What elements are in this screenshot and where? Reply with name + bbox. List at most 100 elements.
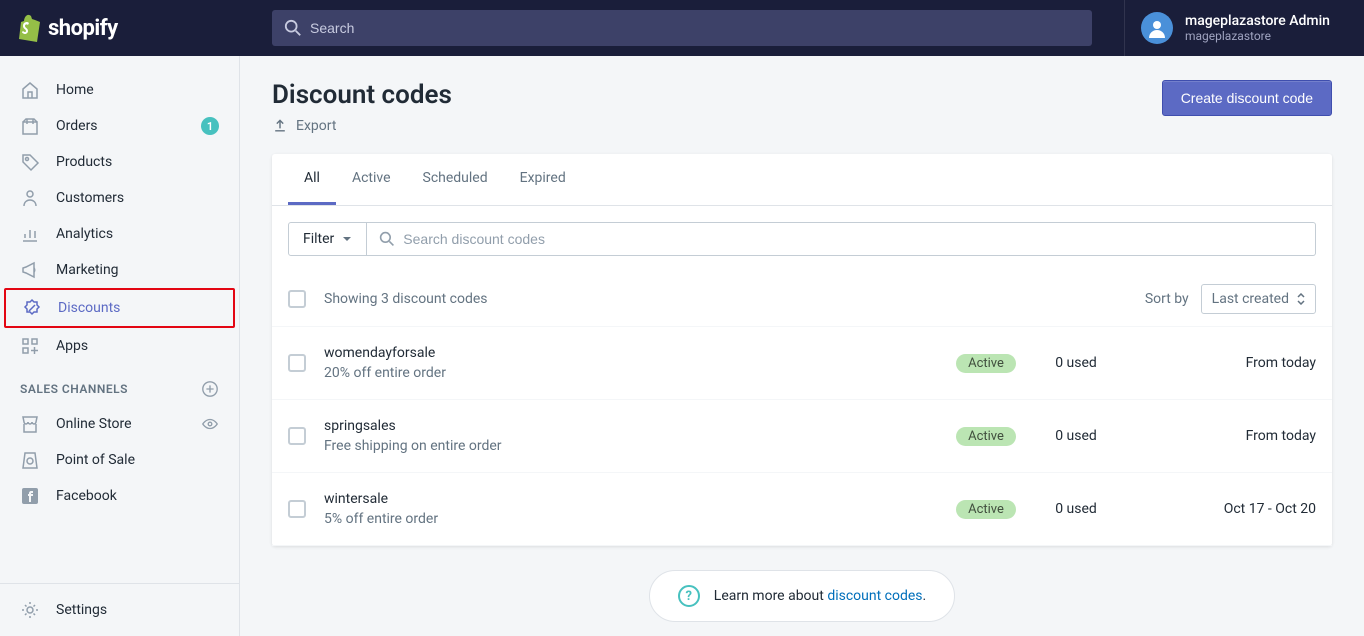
sidebar-item-orders[interactable]: Orders 1 [0,108,239,144]
apps-icon [20,336,40,356]
filter-search[interactable] [367,222,1316,256]
user-menu[interactable]: mageplazastore Admin mageplazastore [1124,0,1364,56]
discount-title: springsales [324,418,956,434]
date-range: Oct 17 - Oct 20 [1136,501,1316,517]
learn-more-text: Learn more about discount codes. [714,588,926,604]
sort-arrows-icon [1297,293,1305,305]
user-store: mageplazastore [1185,29,1330,43]
page-title: Discount codes [272,80,452,110]
main-content: Discount codes Export Create discount co… [240,56,1364,636]
used-count: 0 used [1016,501,1136,517]
create-discount-button[interactable]: Create discount code [1162,80,1332,116]
discount-sub: Free shipping on entire order [324,438,956,454]
tab-scheduled[interactable]: Scheduled [407,154,504,205]
tab-expired[interactable]: Expired [504,154,582,205]
status-badge: Active [956,500,1016,519]
analytics-icon [20,224,40,244]
home-icon [20,80,40,100]
tab-active[interactable]: Active [336,154,407,205]
discount-row[interactable]: wintersale 5% off entire order Active 0 … [272,473,1332,546]
sales-channels-label: SALES CHANNELS [20,382,128,396]
tabs: All Active Scheduled Expired [272,154,1332,206]
sidebar-item-customers[interactable]: Customers [0,180,239,216]
sales-channels-header: SALES CHANNELS [0,364,239,406]
sidebar-item-pos[interactable]: Point of Sale [0,442,239,478]
megaphone-icon [20,260,40,280]
search-icon [379,231,395,247]
user-name: mageplazastore Admin [1185,13,1330,29]
used-count: 0 used [1016,428,1136,444]
sidebar-item-marketing[interactable]: Marketing [0,252,239,288]
row-checkbox[interactable] [288,500,306,518]
gear-icon [20,600,40,620]
sidebar-item-label: Products [56,154,112,170]
sidebar-item-label: Orders [56,118,98,134]
brand-text: shopify [48,16,118,41]
sort-value: Last created [1212,291,1289,307]
avatar-icon [1141,12,1173,44]
sidebar-item-label: Customers [56,190,124,206]
search-icon [284,19,302,37]
caret-down-icon [334,234,352,244]
discount-icon [22,298,42,318]
sidebar-item-label: Settings [56,602,107,618]
select-all-checkbox[interactable] [288,290,306,308]
row-checkbox[interactable] [288,427,306,445]
store-icon [20,414,40,434]
sidebar-item-label: Analytics [56,226,113,242]
sidebar-item-home[interactable]: Home [0,72,239,108]
sidebar-item-products[interactable]: Products [0,144,239,180]
orders-badge: 1 [201,117,219,135]
row-checkbox[interactable] [288,354,306,372]
sidebar-item-label: Facebook [56,488,117,504]
showing-count: Showing 3 discount codes [324,291,488,307]
sort-select[interactable]: Last created [1201,284,1316,314]
pos-icon [20,450,40,470]
search-box[interactable] [272,10,1092,46]
tag-icon [20,152,40,172]
topbar: shopify mageplazastore Admin mageplazast… [0,0,1364,56]
customer-icon [20,188,40,208]
sidebar-item-settings[interactable]: Settings [0,592,239,628]
tab-all[interactable]: All [288,154,336,205]
date-range: From today [1136,428,1316,444]
sidebar-item-apps[interactable]: Apps [0,328,239,364]
sidebar: Home Orders 1 Products Customers Analyti… [0,56,240,636]
status-badge: Active [956,427,1016,446]
export-icon [272,118,296,134]
highlight-discounts: Discounts [4,288,235,328]
logo-area[interactable]: shopify [0,14,240,42]
discount-title: womendayforsale [324,345,956,361]
sidebar-item-label: Apps [56,338,88,354]
orders-icon [20,116,40,136]
help-icon: ? [678,585,700,607]
discount-sub: 5% off entire order [324,511,956,527]
discount-title: wintersale [324,491,956,507]
sidebar-item-facebook[interactable]: Facebook [0,478,239,514]
sidebar-item-online-store[interactable]: Online Store [0,406,239,442]
learn-more-link[interactable]: discount codes [827,588,922,604]
discount-sub: 20% off entire order [324,365,956,381]
filter-search-input[interactable] [395,223,1303,255]
discount-row[interactable]: springsales Free shipping on entire orde… [272,400,1332,473]
filter-label: Filter [303,231,334,247]
sidebar-item-discounts[interactable]: Discounts [6,290,233,326]
shopify-bag-icon [16,14,48,42]
discounts-card: All Active Scheduled Expired Filter Show… [272,154,1332,546]
date-range: From today [1136,355,1316,371]
sidebar-item-analytics[interactable]: Analytics [0,216,239,252]
sidebar-item-label: Online Store [56,416,132,432]
add-channel-icon[interactable] [201,380,219,398]
learn-more-pill: ? Learn more about discount codes. [649,570,955,622]
sort-by-label: Sort by [1145,291,1189,307]
sidebar-item-label: Marketing [56,262,119,278]
sidebar-item-label: Discounts [58,300,120,316]
export-button[interactable]: Export [272,118,452,134]
discount-row[interactable]: womendayforsale 20% off entire order Act… [272,327,1332,400]
search-input[interactable] [310,20,1080,36]
facebook-icon [20,486,40,506]
sidebar-item-label: Point of Sale [56,452,135,468]
eye-icon[interactable] [201,415,219,433]
used-count: 0 used [1016,355,1136,371]
filter-button[interactable]: Filter [288,222,367,256]
